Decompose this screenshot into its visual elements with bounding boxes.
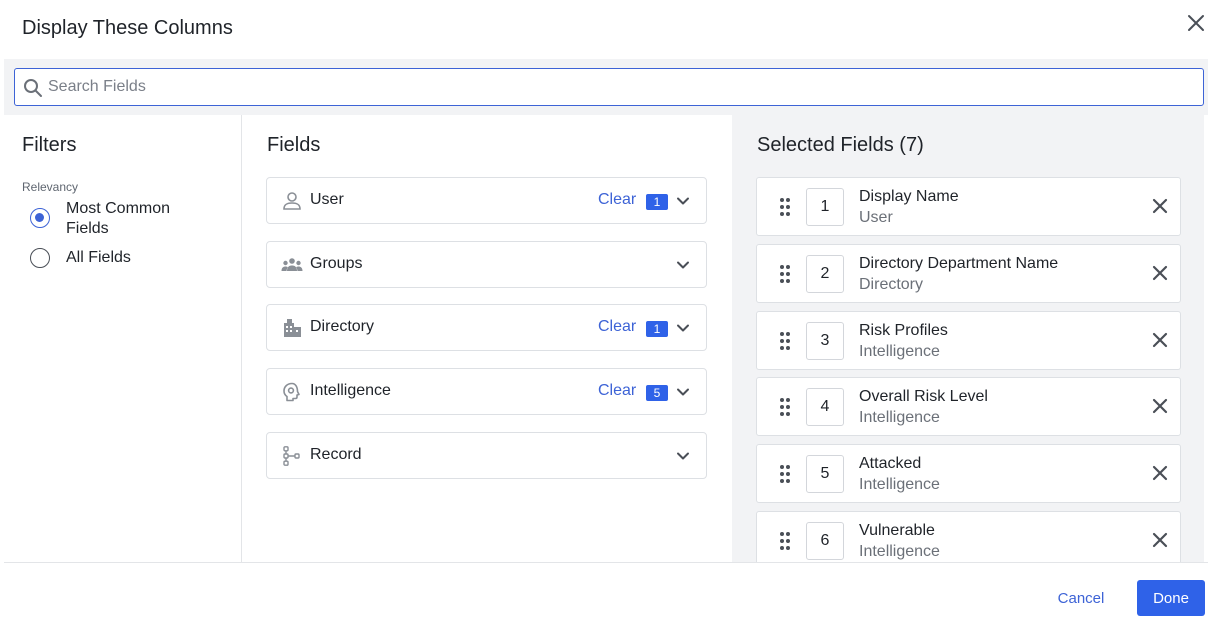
count-badge: 1 — [646, 194, 668, 210]
record-tree-icon — [283, 446, 300, 466]
selected-field-category: Intelligence — [859, 543, 940, 560]
fields-heading: Fields — [267, 134, 321, 156]
field-group-user[interactable]: User Clear 1 — [266, 177, 707, 224]
drag-handle-icon[interactable] — [779, 464, 791, 484]
selected-field-category: Directory — [859, 276, 924, 293]
search-input[interactable] — [48, 73, 1188, 101]
field-group-label: Intelligence — [310, 382, 391, 399]
remove-field-icon[interactable] — [1150, 396, 1170, 416]
clear-user-link[interactable]: Clear — [598, 191, 636, 209]
relevancy-label: Relevancy — [22, 180, 79, 194]
selected-field-card[interactable]: 1 Display Name User — [756, 177, 1181, 236]
filters-panel: Filters Relevancy Most Common Fields All… — [4, 115, 242, 562]
count-badge: 1 — [646, 321, 668, 337]
selected-field-category: User — [859, 209, 893, 226]
radio-label: Most Common Fields — [66, 200, 171, 237]
selected-field-name: Attacked — [859, 455, 922, 472]
order-number: 2 — [806, 255, 844, 293]
chevron-down-icon[interactable] — [675, 448, 691, 464]
selected-field-name: Directory Department Name — [859, 255, 1059, 272]
selected-field-category: Intelligence — [859, 409, 940, 426]
selected-field-name: Display Name — [859, 188, 959, 205]
cancel-button[interactable]: Cancel — [1047, 580, 1115, 616]
selected-field-card[interactable]: 3 Risk Profiles Intelligence — [756, 311, 1181, 370]
field-group-record[interactable]: Record — [266, 432, 707, 479]
search-icon — [24, 79, 42, 97]
field-group-groups[interactable]: Groups — [266, 241, 707, 288]
field-group-label: User — [310, 191, 344, 208]
count-badge: 5 — [646, 385, 668, 401]
fields-panel: Fields User Clear 1 Groups Directory Cle… — [243, 115, 732, 562]
selected-field-name: Overall Risk Level — [859, 388, 988, 405]
radio-all-fields[interactable]: All Fields — [30, 248, 196, 268]
chevron-down-icon[interactable] — [675, 384, 691, 400]
selected-field-name: Vulnerable — [859, 522, 935, 539]
drag-handle-icon[interactable] — [779, 197, 791, 217]
order-number: 5 — [806, 455, 844, 493]
drag-handle-icon[interactable] — [779, 264, 791, 284]
clear-directory-link[interactable]: Clear — [598, 318, 636, 336]
drag-handle-icon[interactable] — [779, 331, 791, 351]
selected-field-name: Risk Profiles — [859, 322, 948, 339]
radio-label: All Fields — [66, 249, 131, 266]
dialog-title: Display These Columns — [22, 17, 233, 39]
close-dialog-icon[interactable] — [1184, 11, 1208, 35]
field-group-directory[interactable]: Directory Clear 1 — [266, 304, 707, 351]
field-group-intelligence[interactable]: Intelligence Clear 5 — [266, 368, 707, 415]
radio-most-common-fields[interactable]: Most Common Fields — [30, 199, 196, 239]
footer-divider — [4, 562, 1208, 563]
remove-field-icon[interactable] — [1150, 196, 1170, 216]
selected-fields-panel: Selected Fields (7) 1 Display Name User … — [732, 115, 1204, 562]
selected-field-card[interactable]: 2 Directory Department Name Directory — [756, 244, 1181, 303]
chevron-down-icon[interactable] — [675, 320, 691, 336]
chevron-down-icon[interactable] — [675, 257, 691, 273]
done-button[interactable]: Done — [1137, 580, 1205, 616]
radio-button[interactable] — [30, 248, 50, 268]
remove-field-icon[interactable] — [1150, 330, 1170, 350]
order-number: 1 — [806, 188, 844, 226]
drag-handle-icon[interactable] — [779, 531, 791, 551]
remove-field-icon[interactable] — [1150, 530, 1170, 550]
order-number: 4 — [806, 388, 844, 426]
brain-icon — [283, 382, 300, 402]
remove-field-icon[interactable] — [1150, 263, 1170, 283]
filters-heading: Filters — [22, 134, 77, 156]
field-group-label: Directory — [310, 318, 375, 335]
selected-field-card[interactable]: 4 Overall Risk Level Intelligence — [756, 377, 1181, 436]
radio-button-selected[interactable] — [30, 208, 50, 228]
groups-icon — [281, 258, 303, 271]
field-group-label: Groups — [310, 255, 363, 272]
selected-field-card[interactable]: 5 Attacked Intelligence — [756, 444, 1181, 503]
clear-intelligence-link[interactable]: Clear — [598, 382, 636, 400]
search-box — [14, 68, 1204, 106]
selected-field-card[interactable]: 6 Vulnerable Intelligence — [756, 511, 1181, 562]
search-bar — [4, 59, 1208, 115]
user-icon — [283, 192, 301, 210]
order-number: 3 — [806, 322, 844, 360]
selected-field-category: Intelligence — [859, 476, 940, 493]
order-number: 6 — [806, 522, 844, 560]
chevron-down-icon[interactable] — [675, 193, 691, 209]
field-group-label: Record — [310, 446, 362, 463]
building-icon — [284, 319, 301, 337]
remove-field-icon[interactable] — [1150, 463, 1170, 483]
selected-field-category: Intelligence — [859, 343, 940, 360]
drag-handle-icon[interactable] — [779, 397, 791, 417]
selected-fields-heading: Selected Fields (7) — [757, 134, 924, 156]
